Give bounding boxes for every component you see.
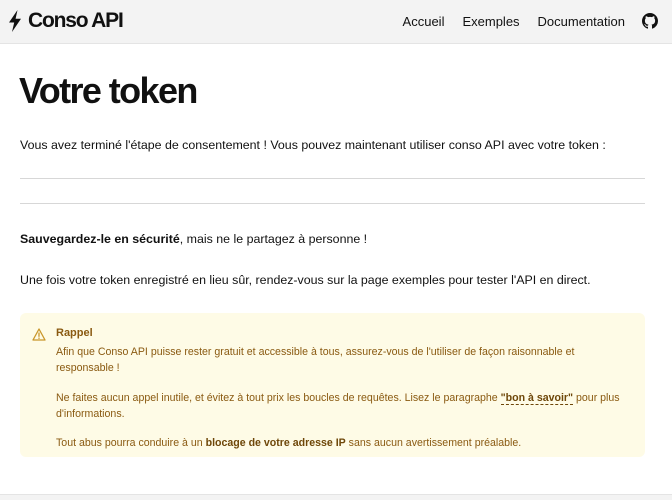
next-step-text: Une fois votre token enregistré en lieu … (20, 273, 591, 287)
alert-title: Rappel (56, 327, 93, 339)
nav-links: Accueil Exemples Documentation (385, 13, 658, 29)
lightning-bolt-icon (9, 10, 21, 32)
nav-link-exemples[interactable]: Exemples (462, 14, 519, 29)
content-card: Votre token Vous avez terminé l'étape de… (0, 43, 672, 495)
alert-paragraph-loops-start: Ne faites aucun appel inutile, et évitez… (56, 392, 501, 404)
warning-triangle-icon (32, 328, 46, 341)
security-notice-rest: , mais ne le partagez à personne ! (179, 232, 368, 246)
alert-paragraph-loops: Ne faites aucun appel inutile, et évitez… (56, 390, 626, 422)
top-navbar: Conso API Accueil Exemples Documentation (0, 0, 672, 43)
security-notice: Sauvegardez-le en sécurité, mais ne le p… (20, 232, 367, 246)
nav-link-accueil[interactable]: Accueil (403, 14, 445, 29)
alert-paragraph-abuse-end: sans aucun avertissement préalable. (345, 437, 522, 449)
bon-a-savoir-link[interactable]: "bon à savoir" (500, 392, 574, 405)
brand-name: Conso API (28, 9, 124, 32)
ip-block-bold: blocage de votre adresse IP (205, 437, 346, 449)
alert-paragraph-abuse: Tout abus pourra conduire à un blocage d… (56, 435, 626, 451)
brand-logo-link[interactable]: Conso API (8, 9, 124, 33)
intro-text: Vous avez terminé l'étape de consentemen… (20, 138, 606, 152)
page-title: Votre token (19, 70, 198, 111)
security-notice-bold: Sauvegardez-le en sécurité (20, 232, 180, 246)
alert-paragraph-usage: Afin que Conso API puisse rester gratuit… (56, 346, 575, 374)
nav-link-documentation[interactable]: Documentation (538, 14, 625, 29)
github-icon[interactable] (642, 13, 658, 29)
alert-paragraph-abuse-start: Tout abus pourra conduire à un (56, 437, 206, 449)
reminder-alert: Rappel Afin que Conso API puisse rester … (20, 313, 645, 457)
token-display-field[interactable] (20, 178, 645, 204)
